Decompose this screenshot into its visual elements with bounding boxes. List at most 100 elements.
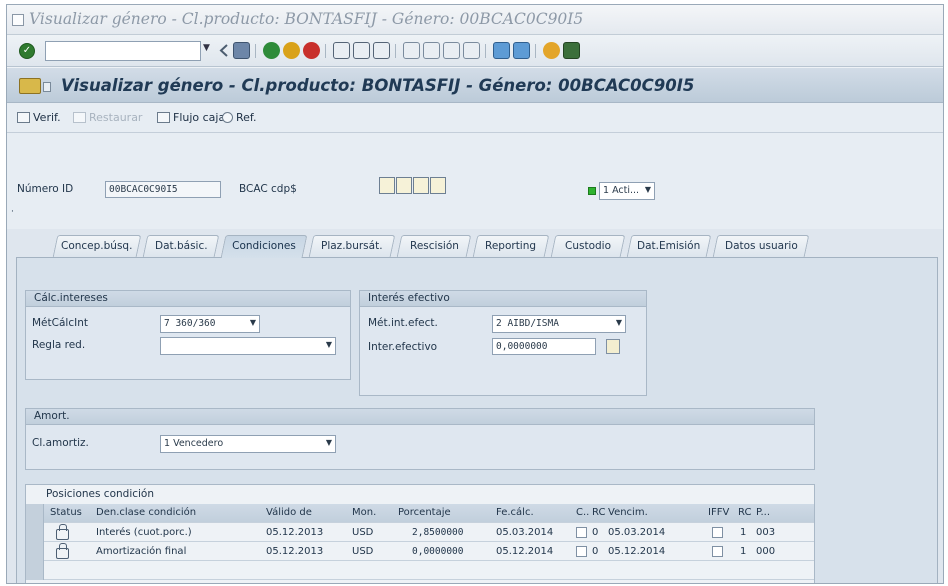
toolbar-separator [535, 44, 536, 58]
command-history-dropdown-icon[interactable]: ▼ [203, 43, 210, 53]
table-row[interactable]: Amortización final 05.12.2013 USD 0,0000… [26, 542, 814, 561]
table-row[interactable] [26, 561, 814, 580]
calc-date: 05.03.2014 [496, 527, 554, 538]
column-header[interactable]: Válido de [266, 507, 312, 518]
tab-plaz-bursat[interactable]: Plaz.bursát. [308, 235, 396, 257]
edit-pencil-icon[interactable] [413, 177, 429, 194]
last-page-icon[interactable] [463, 42, 480, 59]
row-selector[interactable] [26, 542, 44, 561]
save-icon[interactable] [233, 42, 250, 59]
dot-marker: · [11, 207, 14, 217]
ref-button[interactable]: Ref. [222, 111, 257, 124]
toolbar-separator [485, 44, 486, 58]
cashflow-button[interactable]: Flujo caja [157, 111, 225, 124]
calc-method-label: MétCálcInt [32, 317, 88, 329]
condition-name: Interés (cuot.porc.) [96, 527, 192, 538]
toolbar-separator [255, 44, 256, 58]
next-page-icon[interactable] [443, 42, 460, 59]
menu-icon[interactable] [19, 78, 41, 94]
row-checkbox[interactable] [576, 527, 587, 538]
back-icon[interactable] [263, 42, 280, 59]
row-selector[interactable] [26, 561, 44, 580]
dropdown-icon[interactable] [43, 82, 51, 92]
first-page-icon[interactable] [403, 42, 420, 59]
conditions-panel: Cálc.intereses MétCálcInt 7 360/360 ▼ Reg… [16, 257, 938, 583]
back-arrow-icon[interactable] [219, 42, 229, 59]
tab-concep-busq[interactable]: Concep.búsq. [52, 235, 142, 257]
row-checkbox[interactable] [576, 546, 587, 557]
amortization-select[interactable]: 1 Vencedero ▼ [160, 435, 336, 453]
tab-custodio[interactable]: Custodio [550, 235, 626, 257]
column-header[interactable]: P... [756, 507, 770, 518]
cancel-icon[interactable] [303, 42, 320, 59]
conditions-table: Posiciones condición Status Den.clase co… [25, 484, 815, 583]
restore-button[interactable]: Restaurar [73, 111, 142, 124]
enter-check-icon[interactable]: ✓ [19, 43, 35, 59]
iffv-checkbox[interactable] [712, 527, 723, 538]
amortization-group: Amort. Cl.amortiz. 1 Vencedero ▼ [25, 408, 815, 470]
previous-page-icon[interactable] [423, 42, 440, 59]
column-header[interactable]: Porcentaje [398, 507, 451, 518]
rounding-select[interactable]: ▼ [160, 337, 336, 355]
column-header[interactable]: Den.clase condición [96, 507, 196, 518]
percentage: 2,8500000 [412, 527, 464, 538]
ref-icon [222, 112, 233, 123]
check-button[interactable]: Verif. [17, 111, 61, 124]
column-header[interactable]: IFFV [708, 507, 729, 518]
iffv-checkbox[interactable] [712, 546, 723, 557]
new-document-icon[interactable] [379, 177, 395, 194]
column-header[interactable]: RC [592, 507, 605, 518]
cashflow-icon [157, 112, 170, 123]
column-header[interactable]: C.. [576, 507, 589, 518]
find-next-icon[interactable] [373, 42, 390, 59]
shortcut-icon[interactable] [513, 42, 530, 59]
rc2-value: 1 [740, 546, 747, 557]
command-field[interactable] [45, 41, 201, 61]
effective-interest-group: Interés efectivo Mét.int.efect. 2 AIBD/I… [359, 290, 647, 396]
column-header[interactable]: Status [50, 507, 82, 518]
calc-method-select[interactable]: 7 360/360 ▼ [160, 315, 260, 333]
help-icon[interactable] [543, 42, 560, 59]
effective-rate-field[interactable]: 0,0000000 [492, 338, 596, 355]
column-header[interactable]: Mon. [352, 507, 376, 518]
chevron-down-icon: ▼ [615, 318, 622, 327]
effective-rate-label: Inter.efectivo [368, 341, 438, 353]
group-title: Interés efectivo [360, 291, 646, 307]
group-title: Cálc.intereses [26, 291, 350, 307]
calc-date: 05.12.2014 [496, 546, 554, 557]
effective-method-select[interactable]: 2 AIBD/ISMA ▼ [492, 315, 626, 333]
print-icon[interactable] [333, 42, 350, 59]
amortization-label: Cl.amortiz. [32, 437, 89, 449]
tab-reporting[interactable]: Reporting [472, 235, 550, 257]
issuer-label: BCAC cdp$ [239, 183, 297, 195]
find-icon[interactable] [353, 42, 370, 59]
column-header[interactable]: RC [738, 507, 751, 518]
tab-dat-basic[interactable]: Dat.básic. [142, 235, 220, 257]
tab-dat-emision[interactable]: Dat.Emisión [626, 235, 712, 257]
row-selector[interactable] [26, 523, 44, 542]
column-header[interactable]: Fe.cálc. [496, 507, 534, 518]
screen-header: Visualizar género - Cl.producto: BONTASF… [7, 67, 943, 103]
calculator-icon[interactable] [606, 339, 620, 354]
select-all-cell[interactable] [26, 504, 44, 523]
restore-icon [73, 112, 86, 123]
tab-rescision[interactable]: Rescisión [396, 235, 472, 257]
layout-menu-icon[interactable] [563, 42, 580, 59]
new-session-icon[interactable] [493, 42, 510, 59]
status-select[interactable]: 1 Acti... ▼ [599, 182, 655, 200]
status-green-icon [588, 187, 596, 195]
exit-icon[interactable] [283, 42, 300, 59]
table-row[interactable]: Interés (cuot.porc.) 05.12.2013 USD 2,85… [26, 523, 814, 542]
delete-icon[interactable] [430, 177, 446, 194]
lock-icon [56, 524, 69, 540]
rc-value: 0 [592, 527, 599, 538]
tab-datos-usuario[interactable]: Datos usuario [712, 235, 810, 257]
id-field[interactable]: 00BCAC0C90I5 [105, 181, 221, 198]
column-header[interactable]: Vencim. [608, 507, 648, 518]
condition-name: Amortización final [96, 546, 187, 557]
valid-from: 05.12.2013 [266, 546, 324, 557]
lock-icon [56, 543, 69, 559]
tab-condiciones[interactable]: Condiciones [220, 235, 308, 258]
copy-icon[interactable] [396, 177, 412, 194]
due-date: 05.12.2014 [608, 546, 666, 557]
